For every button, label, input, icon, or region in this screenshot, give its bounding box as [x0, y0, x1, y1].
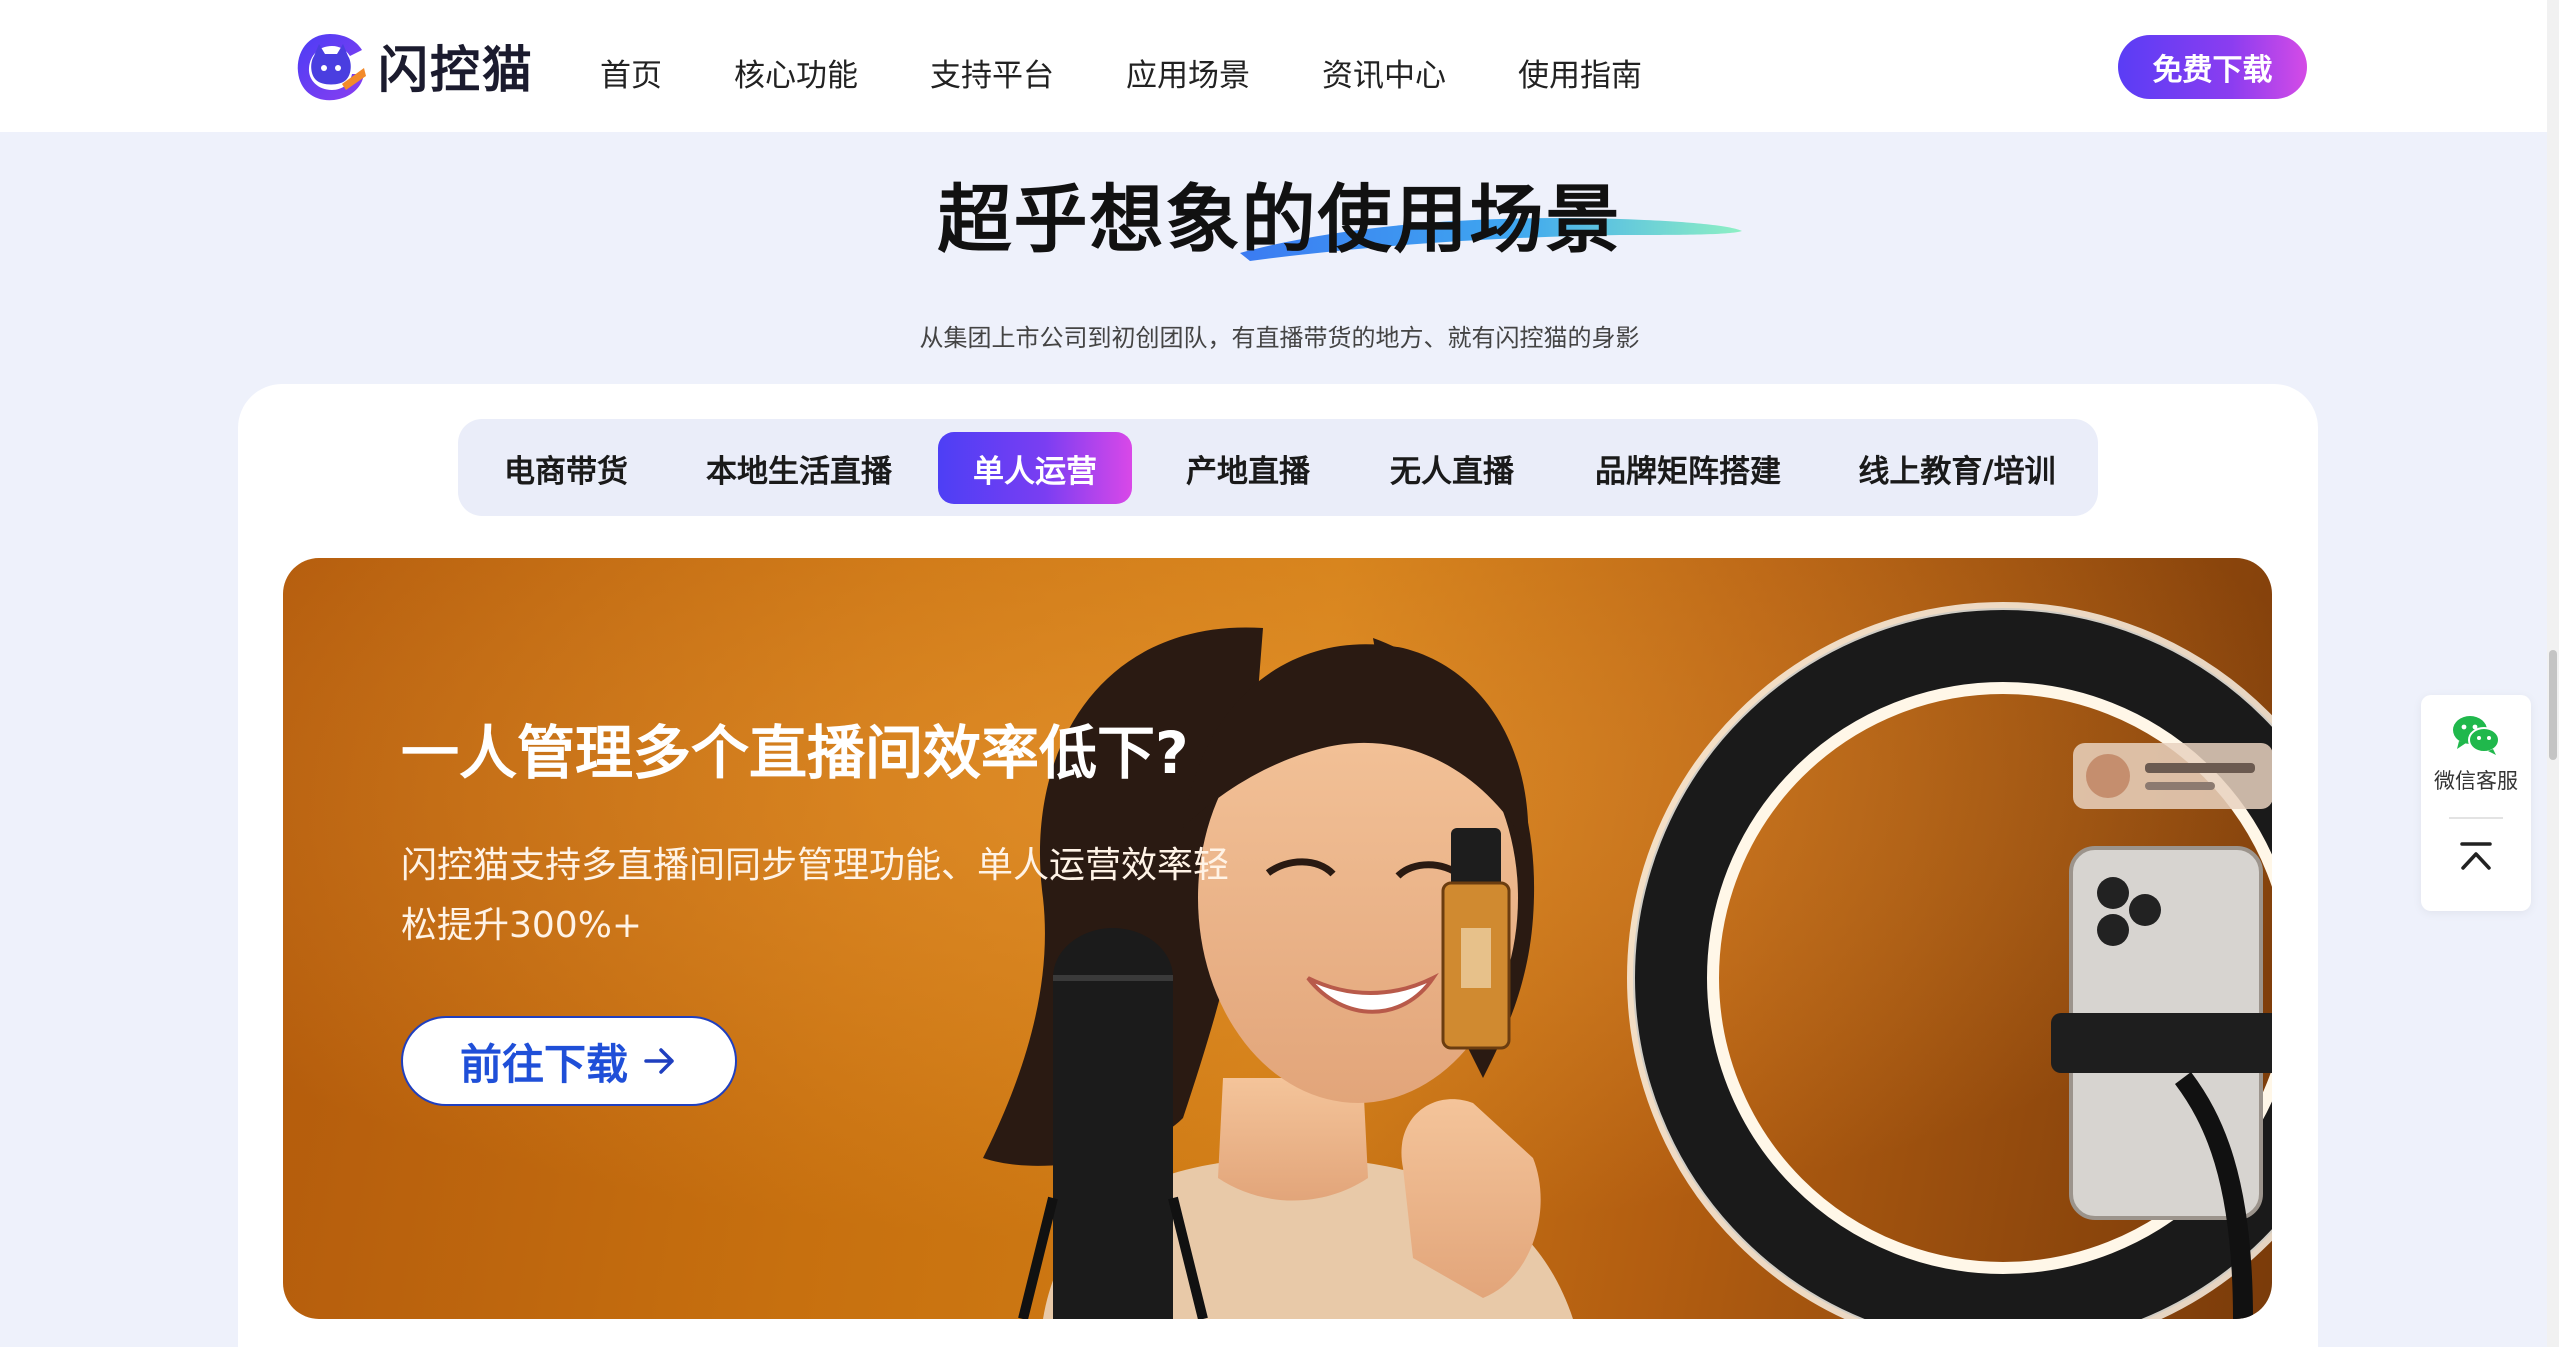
section-title: 超乎想象的使用场景	[937, 177, 1622, 263]
scenario-banner: 一人管理多个直播间效率低下? 闪控猫支持多直播间同步管理功能、单人运营效率轻松提…	[283, 558, 2272, 1319]
tab-ecommerce[interactable]: 电商带货	[486, 432, 646, 504]
scrollbar-thumb[interactable]	[2549, 650, 2557, 760]
wechat-icon	[2453, 716, 2500, 755]
tab-brand-matrix[interactable]: 品牌矩阵搭建	[1576, 432, 1800, 504]
site-header: 闪控猫 首页 核心功能 支持平台 应用场景 资讯中心 使用指南 免费下载	[0, 0, 2559, 132]
main-nav: 首页 核心功能 支持平台 应用场景 资讯中心 使用指南	[600, 50, 1714, 95]
wechat-service-label: 微信客服	[2434, 769, 2518, 793]
nav-item-home[interactable]: 首页	[600, 50, 662, 95]
go-download-label: 前往下载	[459, 1039, 628, 1089]
tab-unmanned-live[interactable]: 无人直播	[1372, 432, 1532, 504]
cat-logo-icon	[297, 34, 366, 101]
nav-item-scenarios[interactable]: 应用场景	[1126, 50, 1250, 95]
go-download-button[interactable]: 前往下载	[401, 1016, 737, 1106]
nav-item-guide[interactable]: 使用指南	[1518, 50, 1642, 95]
tab-online-education[interactable]: 线上教育/培训	[1840, 432, 2074, 504]
banner-description: 闪控猫支持多直播间同步管理功能、单人运营效率轻松提升300%+	[401, 845, 1230, 946]
nav-item-news[interactable]: 资讯中心	[1322, 50, 1446, 95]
arrow-right-icon	[644, 1048, 674, 1074]
scenario-tabs: 电商带货 本地生活直播 单人运营 产地直播 无人直播 品牌矩阵搭建 线上教育/培…	[458, 419, 2098, 516]
widget-divider	[2449, 817, 2503, 819]
brand-name: 闪控猫	[378, 41, 534, 99]
tab-local-life[interactable]: 本地生活直播	[690, 432, 908, 504]
section-subtitle: 从集团上市公司到初创团队，有直播带货的地方、就有闪控猫的身影	[919, 324, 1640, 352]
floating-service-widget: 微信客服	[2421, 695, 2531, 911]
section-title-wrap: 超乎想象的使用场景	[0, 160, 2559, 267]
free-download-button[interactable]: 免费下载	[2118, 35, 2307, 99]
banner-title: 一人管理多个直播间效率低下?	[401, 719, 1189, 787]
nav-item-features[interactable]: 核心功能	[734, 50, 858, 95]
back-to-top-icon[interactable]	[2456, 838, 2496, 878]
wechat-service-button[interactable]: 微信客服	[2421, 713, 2531, 795]
nav-item-platforms[interactable]: 支持平台	[930, 50, 1054, 95]
tab-origin-live[interactable]: 产地直播	[1168, 432, 1328, 504]
tab-solo-operation[interactable]: 单人运营	[938, 432, 1132, 504]
brand-logo[interactable]: 闪控猫	[292, 26, 534, 106]
